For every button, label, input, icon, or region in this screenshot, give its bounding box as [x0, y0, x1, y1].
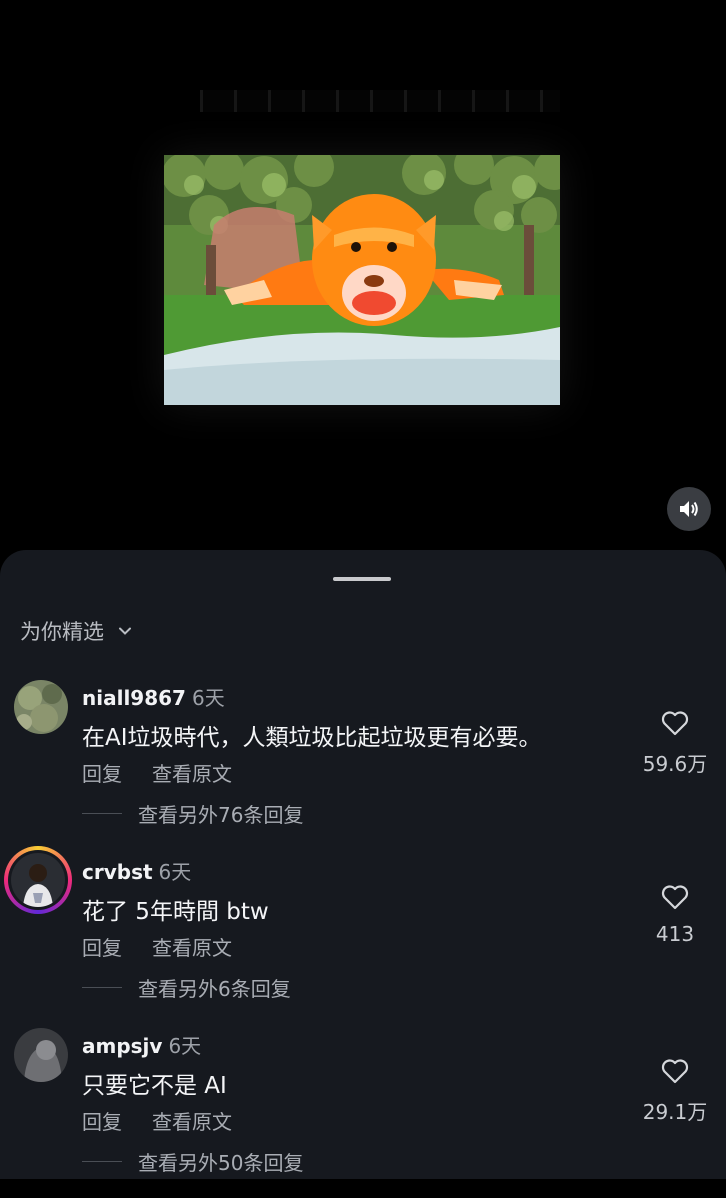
view-more-replies-button[interactable]: 查看另外50条回复	[82, 1147, 303, 1176]
reply-button[interactable]: 回复	[82, 758, 122, 787]
comment-username[interactable]: crvbst 6天	[82, 856, 191, 885]
heart-icon	[661, 1059, 689, 1084]
comment-time: 6天	[168, 1034, 202, 1058]
reply-button[interactable]: 回复	[82, 1106, 122, 1135]
more-replies-label: 查看另外6条回复	[138, 977, 291, 1001]
theater-ceiling	[200, 90, 560, 112]
comment-item: niall9867 6天 在AI垃圾時代，人類垃圾比起垃圾更有必要。 回复 查看原…	[0, 680, 726, 850]
like-button[interactable]: 29.1万	[630, 1058, 720, 1125]
view-more-replies-button[interactable]: 查看另外6条回复	[82, 973, 291, 1002]
mute-toggle-button[interactable]	[667, 487, 711, 531]
avatar[interactable]	[14, 1028, 68, 1082]
chevron-down-icon	[119, 627, 131, 635]
comment-username[interactable]: ampsjv 6天	[82, 1030, 201, 1059]
avatar[interactable]	[4, 846, 72, 914]
comment-username[interactable]: niall9867 6天	[82, 682, 225, 711]
sheet-drag-handle[interactable]	[333, 577, 391, 581]
comment-text: 只要它不是 AI	[82, 1073, 227, 1099]
view-more-replies-button[interactable]: 查看另外76条回复	[82, 799, 303, 828]
like-count: 413	[655, 922, 695, 946]
cinema-screen-frame	[164, 155, 560, 405]
like-button[interactable]: 59.6万	[630, 710, 720, 777]
view-original-button[interactable]: 查看原文	[152, 932, 232, 961]
speaker-icon	[680, 501, 698, 517]
like-count: 29.1万	[642, 1100, 708, 1124]
filter-label: 为你精选	[20, 620, 104, 644]
replies-divider	[82, 987, 122, 988]
comment-time: 6天	[158, 860, 192, 884]
like-button[interactable]: 413	[630, 884, 720, 946]
comment-item: crvbst 6天 花了 5年時間 btw 回复 查看原文 查看另外6条回复 41…	[0, 846, 726, 1024]
comment-filter-dropdown[interactable]: 为你精选	[20, 616, 132, 646]
video-player[interactable]	[0, 0, 726, 560]
reply-button[interactable]: 回复	[82, 932, 122, 961]
heart-icon	[661, 885, 689, 910]
more-replies-label: 查看另外50条回复	[138, 1151, 304, 1175]
view-original-button[interactable]: 查看原文	[152, 1106, 232, 1135]
avatar[interactable]	[14, 680, 68, 734]
view-original-button[interactable]: 查看原文	[152, 758, 232, 787]
more-replies-label: 查看另外76条回复	[138, 803, 304, 827]
replies-divider	[82, 813, 122, 814]
comment-item: ampsjv 6天 只要它不是 AI 回复 查看原文 查看另外50条回复 29.1…	[0, 1028, 726, 1198]
animated-scene-image	[164, 155, 560, 405]
comment-text: 在AI垃圾時代，人類垃圾比起垃圾更有必要。	[82, 725, 542, 751]
replies-divider	[82, 1161, 122, 1162]
comment-text: 花了 5年時間 btw	[82, 899, 269, 925]
heart-icon	[661, 711, 689, 736]
comments-sheet: 为你精选 niall9867 6天 在AI垃圾時代，人類垃圾比起垃圾更有必要。 回…	[0, 550, 726, 1179]
like-count: 59.6万	[642, 752, 708, 776]
comment-time: 6天	[191, 686, 225, 710]
